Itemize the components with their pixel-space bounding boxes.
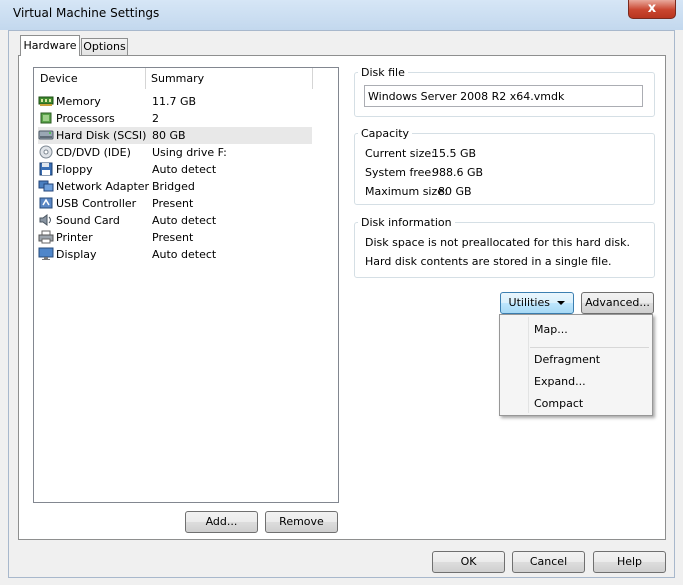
device-name: Processors <box>56 112 115 125</box>
device-row-processors[interactable]: Processors 2 <box>38 110 312 127</box>
device-name: Floppy <box>56 163 93 176</box>
dropdown-arrow-icon <box>557 301 566 305</box>
usb-controller-icon <box>39 197 53 209</box>
system-free-label: System free: <box>365 166 435 179</box>
device-name: USB Controller <box>56 197 137 210</box>
remove-button[interactable]: Remove <box>265 511 338 533</box>
disk-info-line1: Disk space is not preallocated for this … <box>365 236 630 249</box>
current-size-label: Current size: <box>365 147 435 160</box>
device-name: Memory <box>56 95 101 108</box>
column-header-device[interactable]: Device <box>40 72 78 85</box>
device-name: Printer <box>56 231 93 244</box>
system-free-value: 988.6 GB <box>432 166 484 179</box>
floppy-icon <box>39 162 53 176</box>
device-summary: Present <box>152 197 194 210</box>
device-summary: Present <box>152 231 194 244</box>
capacity-label: Capacity <box>358 127 413 140</box>
hard-disk-icon <box>38 130 54 140</box>
menu-item-expand[interactable]: Expand... <box>534 375 586 388</box>
device-summary: Auto detect <box>152 163 217 176</box>
column-divider[interactable] <box>145 68 146 89</box>
ok-button[interactable]: OK <box>432 551 505 573</box>
device-name: Hard Disk (SCSI) <box>56 129 147 142</box>
display-icon <box>38 247 54 260</box>
menu-separator <box>530 347 649 348</box>
cd-dvd-icon <box>39 145 53 159</box>
device-row-cd-dvd[interactable]: CD/DVD (IDE) Using drive F: <box>38 144 312 161</box>
processor-icon <box>40 112 52 124</box>
device-summary: 2 <box>152 112 159 125</box>
utilities-button[interactable]: Utilities <box>500 292 574 314</box>
device-name: CD/DVD (IDE) <box>56 146 131 159</box>
device-row-display[interactable]: Display Auto detect <box>38 246 312 263</box>
disk-information-group <box>354 222 655 278</box>
cancel-button[interactable]: Cancel <box>512 551 585 573</box>
disk-file-value: Windows Server 2008 R2 x64.vmdk <box>368 90 565 103</box>
device-summary: Using drive F: <box>152 146 227 159</box>
maximum-size-label: Maximum size: <box>365 185 448 198</box>
current-size-value: 15.5 GB <box>432 147 477 160</box>
advanced-button[interactable]: Advanced... <box>581 292 654 314</box>
device-name: Sound Card <box>56 214 120 227</box>
column-divider[interactable] <box>312 68 313 89</box>
utilities-menu: Map... Defragment Expand... Compact <box>499 314 653 416</box>
close-button[interactable]: x <box>628 0 676 19</box>
printer-icon <box>38 230 54 244</box>
tab-options[interactable]: Options <box>81 38 128 56</box>
tab-hardware-label: Hardware <box>23 39 77 52</box>
help-button[interactable]: Help <box>593 551 666 573</box>
device-name: Network Adapter <box>56 180 150 193</box>
device-summary: Bridged <box>152 180 195 193</box>
memory-icon <box>38 96 54 106</box>
disk-information-label: Disk information <box>358 216 455 229</box>
tab-options-label: Options <box>83 40 126 53</box>
window-title: Virtual Machine Settings <box>13 6 160 20</box>
device-row-network-adapter[interactable]: Network Adapter Bridged <box>38 178 312 195</box>
network-adapter-icon <box>38 180 54 192</box>
tab-hardware[interactable]: Hardware <box>20 35 80 56</box>
device-summary: 80 GB <box>152 129 186 142</box>
close-icon: x <box>647 1 657 16</box>
disk-file-field[interactable]: Windows Server 2008 R2 x64.vmdk <box>364 85 643 107</box>
device-row-usb-controller[interactable]: USB Controller Present <box>38 195 312 212</box>
device-summary: 11.7 GB <box>152 95 197 108</box>
utilities-label: Utilities <box>508 296 550 309</box>
menu-gutter-divider <box>528 317 529 413</box>
menu-item-compact[interactable]: Compact <box>534 397 583 410</box>
device-row-floppy[interactable]: Floppy Auto detect <box>38 161 312 178</box>
device-summary: Auto detect <box>152 248 217 261</box>
column-header-summary[interactable]: Summary <box>151 72 204 85</box>
device-row-sound-card[interactable]: Sound Card Auto detect <box>38 212 312 229</box>
device-name: Display <box>56 248 97 261</box>
sound-card-icon <box>39 214 51 226</box>
menu-item-defragment[interactable]: Defragment <box>534 353 600 366</box>
maximum-size-value: 80 GB <box>438 185 472 198</box>
device-row-printer[interactable]: Printer Present <box>38 229 312 246</box>
disk-file-label: Disk file <box>358 66 408 79</box>
device-row-hard-disk[interactable]: Hard Disk (SCSI) 80 GB <box>38 127 312 144</box>
add-button[interactable]: Add... <box>185 511 258 533</box>
device-row-memory[interactable]: Memory 11.7 GB <box>38 93 312 110</box>
disk-info-line2: Hard disk contents are stored in a singl… <box>365 255 612 268</box>
title-bar: Virtual Machine Settings x <box>0 0 683 30</box>
device-summary: Auto detect <box>152 214 217 227</box>
menu-item-map[interactable]: Map... <box>534 323 568 336</box>
